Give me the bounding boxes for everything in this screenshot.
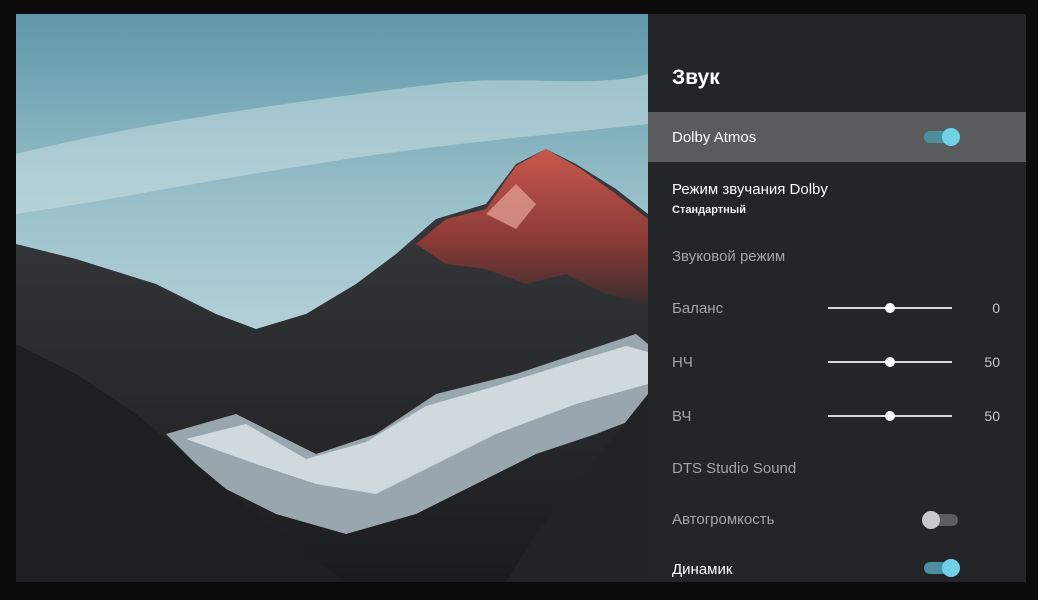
speaker-toggle[interactable] — [924, 559, 960, 577]
bass-slider[interactable] — [828, 357, 952, 367]
setting-dts-studio-sound: DTS Studio Sound — [648, 448, 1026, 492]
slider-thumb[interactable] — [885, 411, 895, 421]
dolby-atmos-toggle[interactable] — [924, 128, 960, 146]
mountain-image — [16, 14, 648, 582]
setting-dolby-atmos[interactable]: Dolby Atmos — [648, 112, 1026, 162]
setting-dolby-sound-mode[interactable]: Режим звучания Dolby Стандартный — [648, 164, 1026, 228]
setting-label: Автогромкость — [672, 511, 775, 528]
setting-speaker[interactable]: Динамик — [648, 552, 1026, 582]
setting-auto-volume[interactable]: Автогромкость — [648, 500, 1026, 540]
background-photo — [16, 14, 648, 582]
sound-settings-panel: Звук Dolby Atmos Режим звучания Dolby Ст… — [648, 14, 1026, 582]
setting-label: ВЧ — [672, 408, 692, 425]
tv-screen: Звук Dolby Atmos Режим звучания Dolby Ст… — [16, 14, 1026, 582]
panel-title: Звук — [672, 66, 720, 89]
setting-balance[interactable]: Баланс 0 — [648, 286, 1026, 330]
setting-label: Звуковой режим — [672, 248, 786, 265]
slider-value: 0 — [992, 300, 1000, 316]
auto-volume-toggle[interactable] — [922, 511, 958, 529]
setting-label: DTS Studio Sound — [672, 460, 797, 477]
setting-label: Баланс — [672, 300, 724, 317]
toggle-knob — [942, 559, 960, 577]
toggle-knob — [922, 511, 940, 529]
toggle-knob — [942, 128, 960, 146]
setting-label: НЧ — [672, 354, 693, 371]
setting-treble[interactable]: ВЧ 50 — [648, 394, 1026, 438]
slider-thumb[interactable] — [885, 303, 895, 313]
setting-value: Стандартный — [672, 204, 746, 216]
setting-sound-mode: Звуковой режим — [648, 232, 1026, 280]
balance-slider[interactable] — [828, 303, 952, 313]
slider-value: 50 — [984, 354, 1000, 370]
treble-slider[interactable] — [828, 411, 952, 421]
slider-thumb[interactable] — [885, 357, 895, 367]
setting-label: Dolby Atmos — [672, 129, 757, 146]
setting-label: Режим звучания Dolby — [672, 181, 828, 198]
slider-value: 50 — [984, 408, 1000, 424]
setting-label: Динамик — [672, 561, 733, 578]
setting-bass[interactable]: НЧ 50 — [648, 340, 1026, 384]
